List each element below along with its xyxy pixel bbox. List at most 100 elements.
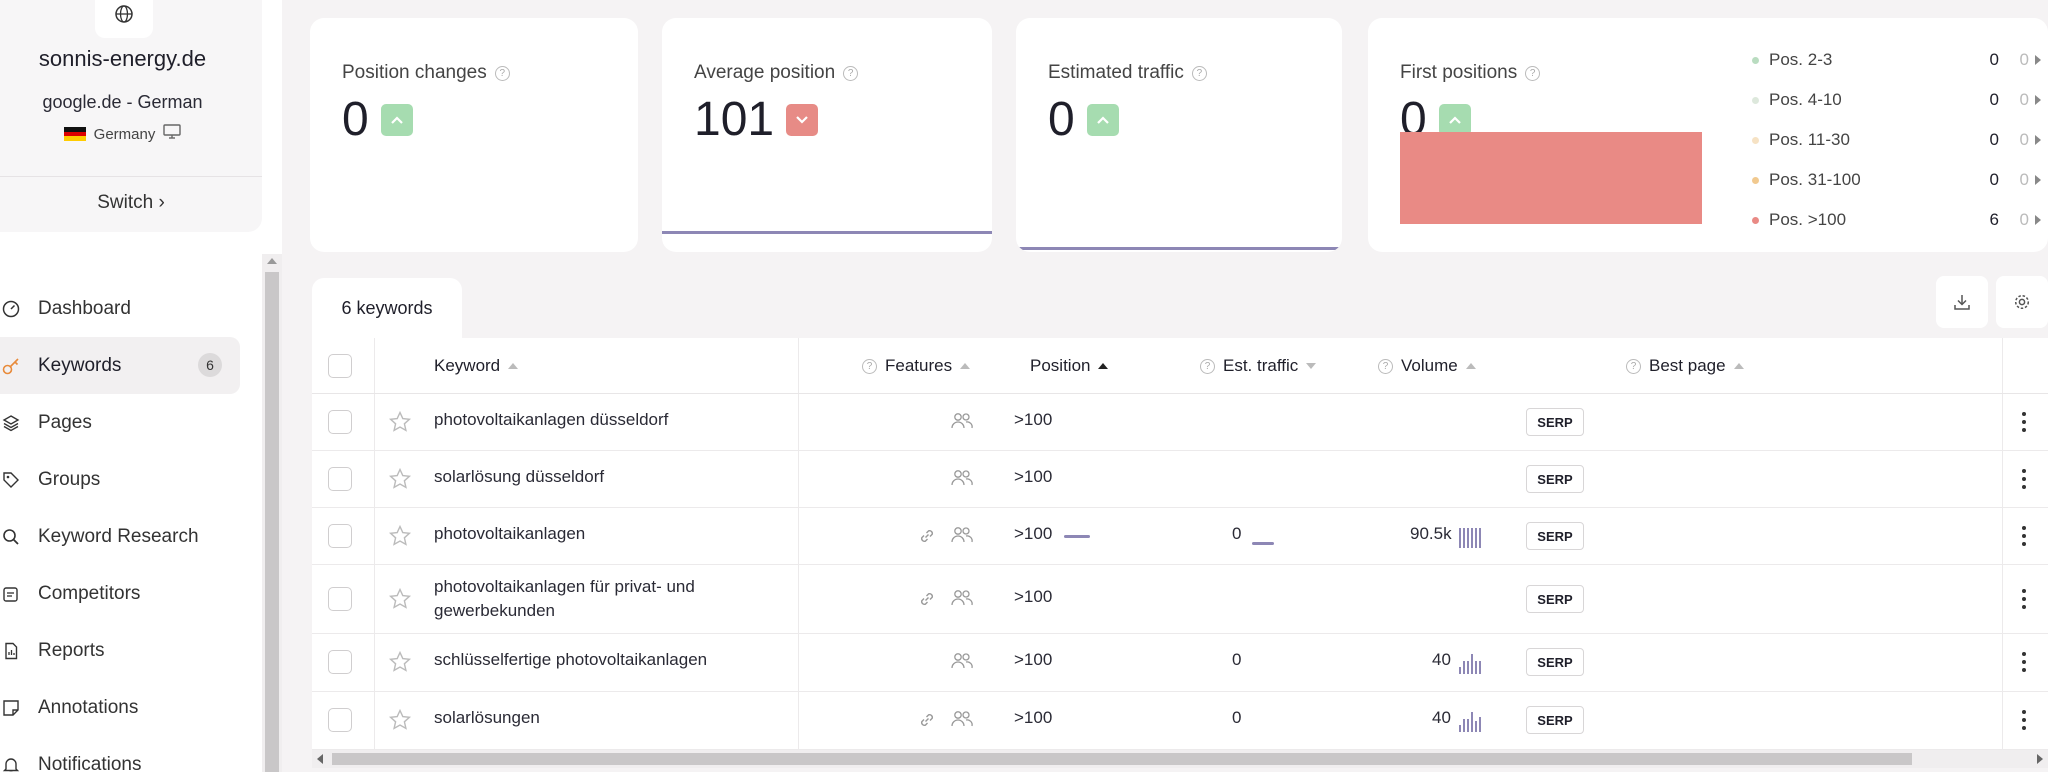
keyword-text[interactable]: photovoltaikanlagen: [434, 524, 585, 544]
sidebar-item-groups[interactable]: Groups: [0, 451, 262, 508]
table-row[interactable]: photovoltaikanlagen >100 0 90.5k SERP: [312, 508, 2048, 565]
switch-button[interactable]: Switch ›: [0, 192, 262, 214]
help-icon[interactable]: ?: [862, 358, 877, 374]
position-value: >100: [1014, 587, 1053, 606]
legend-row-pos-4-10[interactable]: Pos. 4-10 0 0: [1752, 80, 2042, 120]
help-icon[interactable]: ?: [843, 65, 859, 81]
sidebar-item-dashboard[interactable]: Dashboard: [0, 280, 262, 337]
tab-keywords[interactable]: 6 keywords: [312, 278, 462, 338]
column-header-est-traffic[interactable]: ? Est. traffic: [1200, 338, 1317, 394]
star-icon[interactable]: [388, 524, 412, 548]
keyword-text[interactable]: schlüsselfertige photovoltaikanlagen: [434, 650, 707, 670]
serp-button[interactable]: SERP: [1526, 648, 1584, 676]
table-row[interactable]: solarlösungen >100 0 40 SERP: [312, 692, 2048, 750]
star-icon[interactable]: [388, 708, 412, 732]
row-menu-icon[interactable]: [2021, 710, 2027, 730]
row-checkbox[interactable]: [328, 410, 352, 434]
scroll-left-arrow-icon[interactable]: [317, 754, 323, 764]
sidebar-item-keyword-research[interactable]: Keyword Research: [0, 508, 262, 565]
sidebar-item-reports[interactable]: Reports: [0, 622, 262, 679]
table-row[interactable]: photovoltaikanlagen düsseldorf >100 SERP: [312, 394, 2048, 451]
column-header-features[interactable]: ? Features: [862, 338, 971, 394]
users-icon: [950, 526, 974, 544]
sidebar-item-notifications[interactable]: Notifications: [0, 736, 262, 772]
help-icon[interactable]: ?: [1626, 358, 1641, 374]
row-menu-icon[interactable]: [2021, 589, 2027, 609]
card-value: 0: [1048, 93, 1075, 146]
serp-button[interactable]: SERP: [1526, 408, 1584, 436]
help-icon[interactable]: ?: [1525, 65, 1541, 81]
link-icon: [918, 527, 936, 545]
card-title: Position changes: [342, 62, 487, 83]
sidebar-item-keywords[interactable]: Keywords 6: [0, 337, 240, 394]
sidebar-item-label: Keyword Research: [38, 525, 199, 547]
legend-label: Pos. 2-3: [1769, 50, 1833, 69]
row-checkbox[interactable]: [328, 467, 352, 491]
table-horizontal-scrollbar[interactable]: [312, 750, 2048, 768]
position-sparkline: [1064, 535, 1090, 538]
legend-value: 0: [1989, 50, 1999, 69]
keywords-table: Keyword ? Features Position ? Est. traff…: [312, 338, 2048, 750]
table-row[interactable]: solarlösung düsseldorf >100 SERP: [312, 451, 2048, 508]
serp-button[interactable]: SERP: [1526, 585, 1584, 613]
column-header-best-page[interactable]: ? Best page: [1626, 338, 1744, 394]
download-button[interactable]: [1936, 276, 1988, 328]
sidebar-scrollbar[interactable]: [262, 254, 282, 772]
column-header-volume[interactable]: ? Volume: [1378, 338, 1476, 394]
legend-row-pos-2-3[interactable]: Pos. 2-3 0 0: [1752, 40, 2042, 80]
table-header: Keyword ? Features Position ? Est. traff…: [312, 338, 2048, 394]
table-settings-button[interactable]: [1996, 276, 2048, 328]
legend-dot: [1752, 216, 1759, 224]
scroll-up-arrow-icon[interactable]: [267, 258, 277, 264]
sort-asc-icon: [1465, 363, 1476, 369]
star-icon[interactable]: [388, 650, 412, 674]
sidebar-item-pages[interactable]: Pages: [0, 394, 262, 451]
caret-right-icon: [2035, 95, 2041, 105]
scrollbar-thumb[interactable]: [265, 272, 279, 772]
row-checkbox[interactable]: [328, 650, 352, 674]
column-header-keyword[interactable]: Keyword: [434, 338, 519, 394]
card-value: 0: [342, 93, 369, 146]
serp-button[interactable]: SERP: [1526, 706, 1584, 734]
table-row[interactable]: photovoltaikanlagen für privat- und gewe…: [312, 565, 2048, 634]
legend-row-pos-11-30[interactable]: Pos. 11-30 0 0: [1752, 120, 2042, 160]
position-value: >100: [1014, 410, 1053, 429]
keyword-text[interactable]: solarlösungen: [434, 708, 540, 728]
legend-change: 0: [2019, 170, 2029, 189]
keyword-text[interactable]: photovoltaikanlagen für privat- und gewe…: [434, 575, 695, 623]
keyword-text[interactable]: photovoltaikanlagen düsseldorf: [434, 410, 668, 430]
serp-button[interactable]: SERP: [1526, 465, 1584, 493]
users-icon: [950, 652, 974, 670]
help-icon[interactable]: ?: [1191, 65, 1207, 81]
legend-dot: [1752, 176, 1759, 184]
column-header-position[interactable]: Position: [1030, 338, 1109, 394]
help-icon[interactable]: ?: [494, 65, 510, 81]
row-checkbox[interactable]: [328, 524, 352, 548]
serp-button[interactable]: SERP: [1526, 522, 1584, 550]
keyword-text[interactable]: solarlösung düsseldorf: [434, 467, 604, 487]
row-menu-icon[interactable]: [2021, 469, 2027, 489]
row-checkbox[interactable]: [328, 587, 352, 611]
scroll-right-arrow-icon[interactable]: [2037, 754, 2043, 764]
help-icon[interactable]: ?: [1378, 358, 1393, 374]
sidebar-item-competitors[interactable]: Competitors: [0, 565, 262, 622]
position-changes-card: Position changes ? 0: [310, 18, 638, 252]
row-menu-icon[interactable]: [2021, 526, 2027, 546]
table-row[interactable]: schlüsselfertige photovoltaikanlagen >10…: [312, 634, 2048, 692]
star-icon[interactable]: [388, 587, 412, 611]
star-icon[interactable]: [388, 410, 412, 434]
scrollbar-thumb[interactable]: [332, 753, 1912, 765]
position-legend: Pos. 2-3 0 0 Pos. 4-10 0 0 Pos. 11-30 0 …: [1752, 40, 2042, 240]
legend-row-pos-31-100[interactable]: Pos. 31-100 0 0: [1752, 160, 2042, 200]
help-icon[interactable]: ?: [1200, 358, 1215, 374]
legend-row-pos-over-100[interactable]: Pos. >100 6 0: [1752, 200, 2042, 240]
row-menu-icon[interactable]: [2021, 412, 2027, 432]
row-menu-icon[interactable]: [2021, 652, 2027, 672]
column-header-label: Keyword: [434, 356, 501, 375]
star-icon[interactable]: [388, 467, 412, 491]
desktop-icon: [163, 124, 182, 144]
caret-right-icon: [2035, 175, 2041, 185]
select-all-checkbox[interactable]: [328, 354, 352, 378]
sidebar-item-annotations[interactable]: Annotations: [0, 679, 262, 736]
row-checkbox[interactable]: [328, 708, 352, 732]
